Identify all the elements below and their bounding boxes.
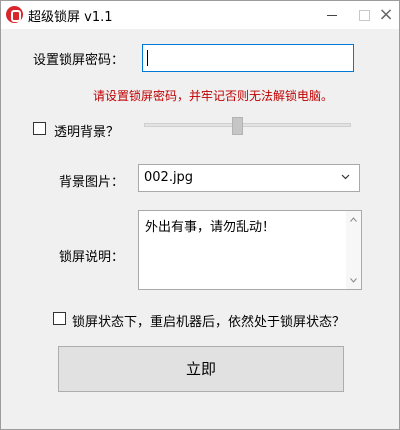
background-image-label: 背景图片： (59, 175, 125, 190)
persist-lock-checkbox[interactable] (53, 312, 66, 325)
text-caret (147, 50, 148, 66)
chevron-down-icon[interactable] (350, 278, 357, 283)
close-button[interactable]: × (369, 1, 400, 29)
background-image-value: 002.jpg (144, 170, 194, 185)
description-text: 外出有事，请勿乱动！ (145, 220, 276, 235)
minimize-button[interactable] (315, 1, 349, 29)
app-window: 超级锁屏 v1.1 × 设置锁屏密码： 请设置锁屏密码，并牢记否则无法解锁电脑。… (0, 0, 400, 430)
title-bar[interactable]: 超级锁屏 v1.1 × (1, 1, 399, 29)
transparency-slider-track[interactable] (144, 123, 351, 127)
transparent-background-checkbox[interactable] (33, 122, 46, 135)
background-image-select[interactable]: 002.jpg (138, 164, 360, 192)
password-warning: 请设置锁屏密码，并牢记否则无法解锁电脑。 (93, 89, 334, 103)
app-lock-icon (6, 6, 23, 23)
lock-now-button[interactable]: 立即 (58, 346, 344, 392)
transparent-background-label[interactable]: 透明背景？ (54, 121, 119, 140)
password-input[interactable] (142, 44, 354, 72)
password-label: 设置锁屏密码： (33, 53, 125, 68)
chevron-down-icon[interactable] (341, 172, 350, 181)
persist-lock-label[interactable]: 锁屏状态下，重启机器后，依然处于锁屏状态？ (72, 311, 345, 330)
description-textarea[interactable]: 外出有事，请勿乱动！ (138, 210, 362, 290)
transparency-slider-thumb[interactable] (232, 117, 244, 135)
window-title: 超级锁屏 v1.1 (28, 10, 113, 25)
chevron-up-icon[interactable] (350, 217, 357, 222)
description-label: 锁屏说明： (59, 250, 125, 265)
